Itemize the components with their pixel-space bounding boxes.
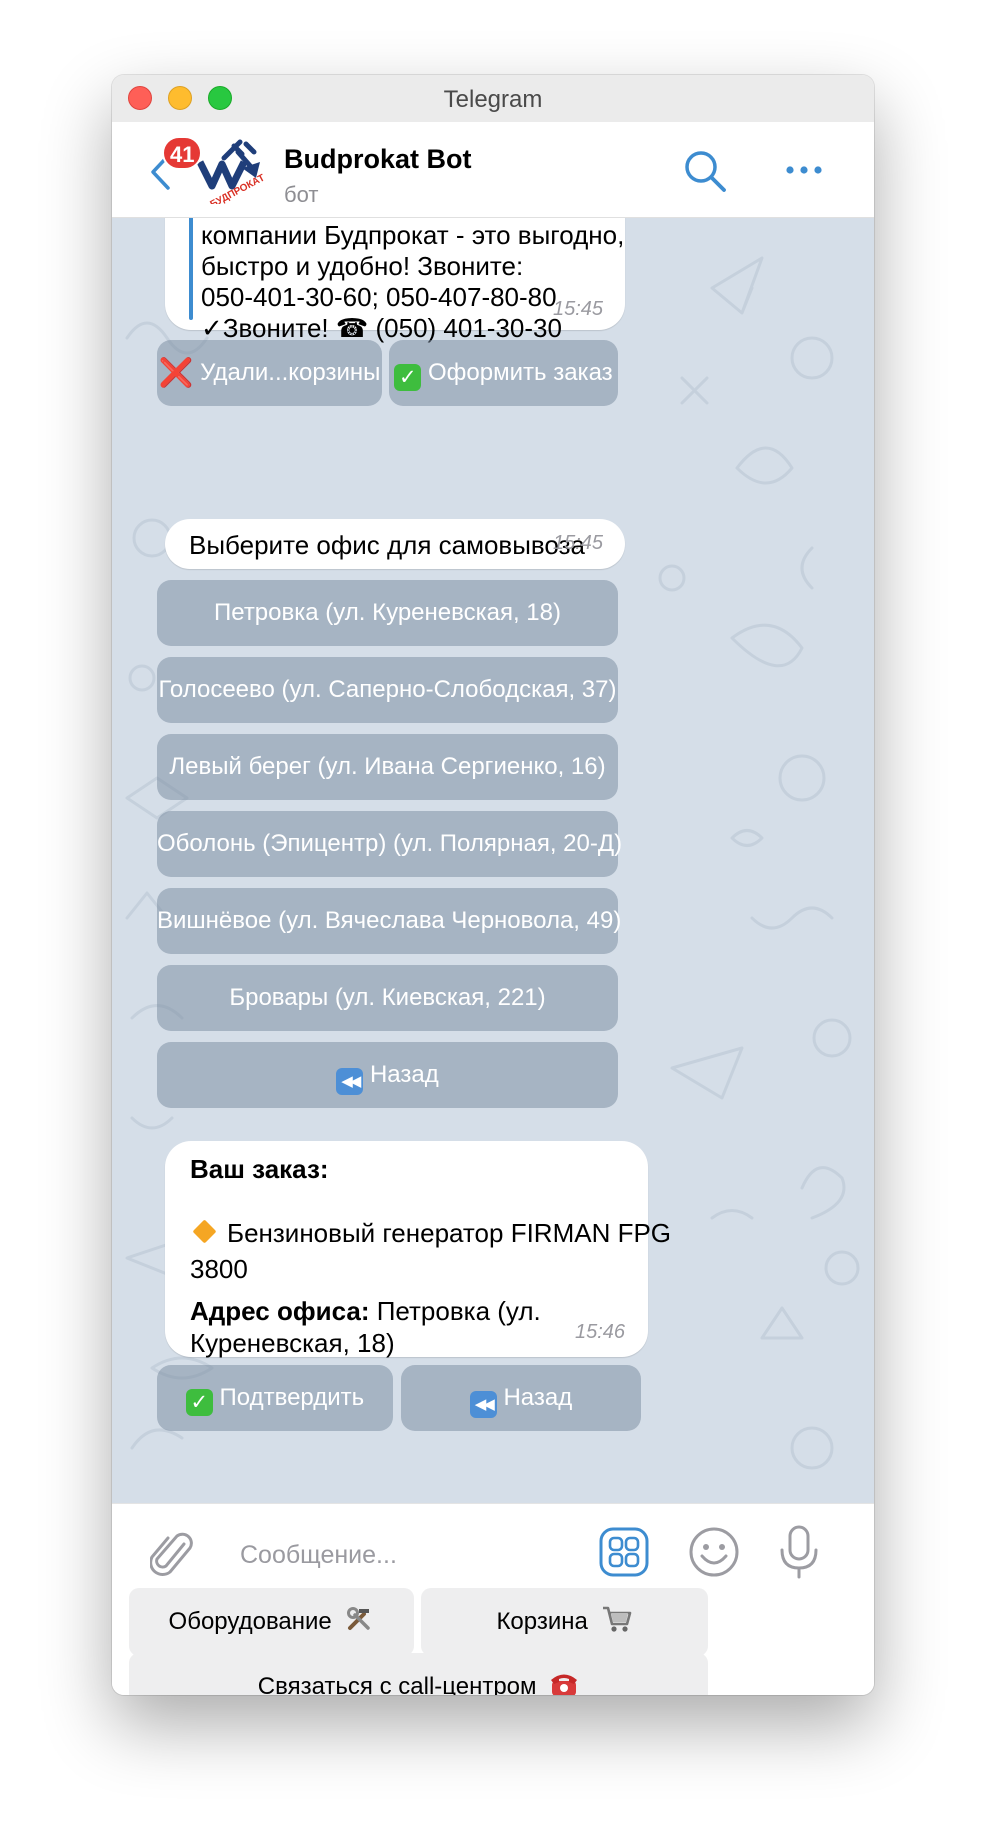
office-address-value-cont: Куреневская, 18) <box>190 1328 395 1358</box>
inline-button-back[interactable]: ◀◀ Назад <box>157 1042 618 1108</box>
inline-button-label: Вишнёвое (ул. Вячеслава Черновола, 49) <box>157 907 622 934</box>
office-address-label: Адрес офиса: <box>190 1296 370 1326</box>
shopping-cart-icon <box>602 1606 631 1632</box>
cross-mark-icon: ❌ <box>158 357 194 388</box>
message-text: Выберите офис для самовывоза <box>189 530 585 560</box>
inline-button-label: Петровка (ул. Куреневская, 18) <box>214 599 561 626</box>
inline-button-office-petrovka[interactable]: Петровка (ул. Куреневская, 18) <box>157 580 618 646</box>
inline-button-confirm[interactable]: ✓ Подтвердить <box>157 1365 393 1431</box>
office-address-line: Адрес офиса: Петровка (ул. <box>190 1295 541 1327</box>
inline-button-office-left-bank[interactable]: Левый берег (ул. Ивана Сергиенко, 16) <box>157 734 618 800</box>
message-bubble-company-info: компании Будпрокат - это выгодно, быстро… <box>165 218 625 343</box>
order-item-name: Бензиновый генератор FIRMAN FPG <box>227 1218 672 1248</box>
reply-button-call-center[interactable]: Связаться с call-центром <box>129 1653 708 1695</box>
inline-button-label: Назад <box>503 1384 573 1411</box>
inline-button-label: Оформить заказ <box>428 359 613 386</box>
orange-diamond-icon <box>192 1219 217 1244</box>
bot-keyboard-icon[interactable] <box>598 1526 650 1578</box>
inline-button-label: Оболонь (Эпицентр) (ул. Полярная, 20-Д) <box>157 830 623 857</box>
title-bar: Telegram <box>112 75 874 123</box>
message-text: компании Будпрокат - это выгодно, быстро… <box>201 220 625 344</box>
reply-button-cart[interactable]: Корзина <box>421 1588 708 1656</box>
chat-status: бот <box>284 182 319 207</box>
composer-area: Оборудование Корзина Связаться с call-це… <box>112 1503 874 1695</box>
chat-title[interactable]: Budprokat Bot <box>284 144 471 175</box>
inline-button-office-vishnevoe[interactable]: Вишнёвое (ул. Вячеслава Черновола, 49) <box>157 888 622 954</box>
order-item-model: 3800 <box>190 1254 248 1284</box>
budprokat-logo-avatar: БУДПРОКАТ <box>196 139 267 204</box>
inline-button-office-brovary[interactable]: Бровары (ул. Киевская, 221) <box>157 965 618 1031</box>
microphone-icon[interactable] <box>778 1524 820 1580</box>
message-bubble-choose-office: Выберите офис для самовывоза 15:45 <box>165 519 625 569</box>
quote-bar <box>189 218 193 320</box>
inline-button-label: Бровары (ул. Киевская, 221) <box>229 984 546 1011</box>
reply-button-label: Корзина <box>496 1608 588 1635</box>
message-time: 15:46 <box>575 1321 626 1343</box>
search-icon[interactable] <box>682 148 728 194</box>
inline-button-label: Голосеево (ул. Саперно-Слободская, 37) <box>158 676 617 703</box>
check-mark-icon: ✓ <box>394 364 422 391</box>
message-bubble-order-summary: Ваш заказ: Бензиновый генератор FIRMAN F… <box>165 1141 671 1358</box>
unread-count-badge: 41 <box>162 136 203 170</box>
inline-button-label: Подтвердить <box>219 1384 365 1411</box>
order-heading: Ваш заказ: <box>190 1154 329 1184</box>
order-item-line: Бензиновый генератор FIRMAN FPG <box>190 1217 671 1249</box>
telegram-window: Telegram БУДПРОКАТ 41 Budprokat Bot бот <box>112 75 874 1695</box>
reply-button-label: Оборудование <box>168 1608 332 1635</box>
window-title: Telegram <box>443 86 543 113</box>
more-options-icon[interactable] <box>784 158 824 182</box>
inline-button-office-obolon[interactable]: Оболонь (Эпицентр) (ул. Полярная, 20-Д) <box>157 811 622 877</box>
reply-button-equipment[interactable]: Оборудование <box>129 1588 414 1656</box>
chat-history[interactable]: компании Будпрокат - это выгодно, быстро… <box>112 218 874 1503</box>
inline-button-label: Удали...корзины <box>200 359 381 386</box>
message-line: компании Будпрокат - это выгодно, <box>201 220 625 250</box>
rewind-icon: ◀◀ <box>336 1068 364 1095</box>
message-time: 15:45 <box>553 298 604 320</box>
paperclip-icon[interactable] <box>150 1530 194 1582</box>
inline-button-remove-cart[interactable]: ❌ Удали...корзины <box>157 340 382 406</box>
telephone-icon <box>551 1674 578 1695</box>
inline-button-label: Назад <box>369 1061 439 1088</box>
message-line: быстро и удобно! Звоните: <box>201 251 524 281</box>
reply-button-label: Связаться с call-центром <box>257 1673 537 1695</box>
inline-button-place-order[interactable]: ✓ Оформить заказ <box>389 340 618 406</box>
inline-button-office-goloseevo[interactable]: Голосеево (ул. Саперно-Слободская, 37) <box>157 657 618 723</box>
chat-header: БУДПРОКАТ 41 Budprokat Bot бот <box>112 122 874 218</box>
check-mark-icon: ✓ <box>185 1389 213 1416</box>
emoji-smile-icon[interactable] <box>688 1526 740 1578</box>
message-time: 15:45 <box>553 532 604 554</box>
rewind-icon: ◀◀ <box>469 1391 497 1418</box>
inline-button-back[interactable]: ◀◀ Назад <box>401 1365 641 1431</box>
hammer-wrench-icon <box>347 1607 371 1630</box>
message-input[interactable] <box>238 1534 542 1576</box>
inline-button-label: Левый берег (ул. Ивана Сергиенко, 16) <box>169 753 606 780</box>
office-address-value: Петровка (ул. <box>376 1296 541 1326</box>
message-line: 050-401-30-60; 050-407-80-80 <box>201 282 557 312</box>
